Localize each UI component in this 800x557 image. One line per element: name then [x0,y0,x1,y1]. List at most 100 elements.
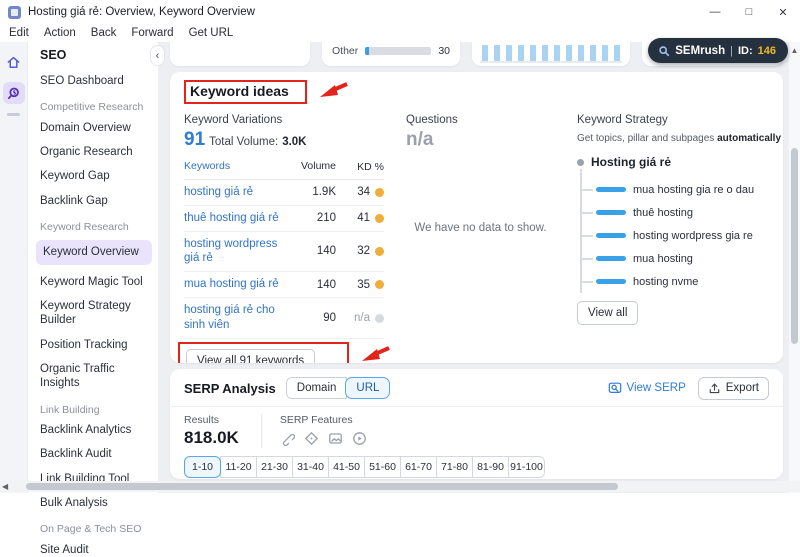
tree-item[interactable]: mua hosting gia re o dau [596,183,769,196]
tree-item[interactable]: mua hosting [596,252,769,265]
menu-back[interactable]: Back [91,27,117,39]
seo-toolkit-icon[interactable] [3,82,25,104]
sidebar-item-keyword-overview[interactable]: Keyword Overview [36,240,152,264]
sidebar-item-position-tracking[interactable]: Position Tracking [40,338,150,352]
sidebar: ‹ SEO SEO Dashboard Competitive Research… [28,42,158,493]
annotation-red-arrow [319,81,349,99]
sidebar-section-competitive-research: Competitive Research [40,101,150,114]
menu-get-url[interactable]: Get URL [189,27,234,39]
keyword-strategy-subtitle: Get topics, pillar and subpages automati… [577,133,769,144]
window-title: Hosting giá rẻ: Overview, Keyword Overvi… [28,6,255,18]
sidebar-item-organic-research[interactable]: Organic Research [40,145,150,159]
sidebar-item-site-audit[interactable]: Site Audit [40,543,150,557]
badge-brand: SEMrush [675,45,725,57]
view-all-keywords-button[interactable]: View all 91 keywords [186,349,315,363]
export-button[interactable]: Export [698,377,769,400]
strategy-view-all-button[interactable]: View all [577,301,638,325]
topic-pill [596,256,626,261]
sidebar-collapse-button[interactable]: ‹ [150,45,165,66]
questions-empty-message: We have no data to show. [384,222,577,234]
serp-features-block: SERP Features [280,414,367,448]
topic-pill [596,187,626,192]
sidebar-item-domain-overview[interactable]: Domain Overview [40,121,150,135]
sidebar-item-keyword-gap[interactable]: Keyword Gap [40,169,150,183]
partial-card [170,42,310,66]
horizontal-scrollbar-thumb[interactable] [26,483,618,490]
view-serp-link[interactable]: View SERP [608,381,686,395]
page-button[interactable]: 21-30 [256,456,293,478]
badge-id-value: 146 [758,45,776,57]
page-button[interactable]: 61-70 [400,456,437,478]
export-icon [708,382,721,395]
sitelinks-icon [280,431,295,446]
page-button[interactable]: 11-20 [220,456,257,478]
volume-value: 1.9K [298,186,336,198]
sidebar-section-onpage-tech-seo: On Page & Tech SEO [40,523,150,536]
trend-card [472,42,630,66]
menu-action[interactable]: Action [44,27,76,39]
other-label: Other [332,45,358,57]
results-value: 818.0K [184,428,239,448]
sidebar-item-keyword-magic-tool[interactable]: Keyword Magic Tool [40,275,150,289]
keyword-link[interactable]: hosting wordpress giá rẻ [184,237,298,267]
semrush-id-badge: SEMrush | ID: 146 [648,38,788,63]
app-frame: ‹ SEO SEO Dashboard Competitive Research… [0,42,800,493]
kd-dot [375,314,384,323]
keyword-link[interactable]: thuê hosting giá rẻ [184,211,298,226]
serp-features-label: SERP Features [280,414,367,426]
kd-value: 35 [357,279,370,291]
vertical-scrollbar-thumb[interactable] [791,148,798,344]
page-button[interactable]: 51-60 [364,456,401,478]
toggle-domain[interactable]: Domain [286,377,348,399]
tree-item[interactable]: hosting nvme [596,275,769,288]
keyword-link[interactable]: hosting giá rẻ [184,185,298,200]
keyword-ideas-card: Keyword ideas Keyword Variations 91 Tota… [170,72,783,363]
tree-item[interactable]: thuê hosting [596,206,769,219]
horizontal-scrollbar[interactable]: ◀ [0,481,800,492]
sidebar-title: SEO [40,48,150,62]
scroll-left-icon[interactable]: ◀ [2,482,8,491]
scroll-up-icon[interactable]: ▲ [789,46,800,55]
table-row: mua hosting giá rẻ 140 35 [184,272,384,298]
toggle-url[interactable]: URL [345,377,390,399]
other-value: 30 [438,45,450,57]
sidebar-item-keyword-strategy-builder[interactable]: Keyword Strategy Builder [40,299,150,328]
volume-value: 90 [298,312,336,324]
questions-label: Questions [406,114,573,126]
other-bar [365,47,431,55]
serp-pagination: 1-10 11-20 21-30 31-40 41-50 51-60 61-70… [184,456,769,478]
divider [261,414,262,448]
menu-edit[interactable]: Edit [9,27,29,39]
keyword-link[interactable]: mua hosting giá rẻ [184,277,298,292]
sidebar-item-organic-traffic-insights[interactable]: Organic Traffic Insights [40,362,150,391]
page-button[interactable]: 31-40 [292,456,329,478]
sidebar-item-backlink-audit[interactable]: Backlink Audit [40,447,150,461]
sidebar-item-backlink-gap[interactable]: Backlink Gap [40,194,150,208]
sidebar-item-backlink-analytics[interactable]: Backlink Analytics [40,423,150,437]
page-button[interactable]: 91-100 [508,456,545,478]
keyword-strategy-label: Keyword Strategy [577,114,769,126]
page-button[interactable]: 1-10 [184,456,221,478]
tree-item[interactable]: hosting wordpress gia re [596,229,769,242]
vertical-scrollbar[interactable]: ▲ [789,42,800,493]
image-pack-icon [328,431,343,446]
maximize-button[interactable]: □ [732,0,766,24]
questions-value: n/a [406,129,573,151]
page-button[interactable]: 81-90 [472,456,509,478]
questions-panel: Questions n/a We have no data to show. [384,114,577,363]
page-button[interactable]: 71-80 [436,456,473,478]
sidebar-item-seo-dashboard[interactable]: SEO Dashboard [40,74,150,88]
keyword-ideas-title: Keyword ideas [190,83,289,99]
topic-pill [596,233,626,238]
badge-separator: | [730,45,733,57]
magnifier-icon [658,45,670,57]
topic-pill [596,279,626,284]
keyword-link[interactable]: hosting giá rẻ cho sinh viên [184,303,298,333]
home-icon[interactable] [3,51,25,73]
results-block: Results 818.0K [184,414,239,448]
sidebar-item-bulk-analysis[interactable]: Bulk Analysis [40,496,150,510]
menu-forward[interactable]: Forward [131,27,173,39]
close-button[interactable]: ✕ [766,0,800,24]
minimize-button[interactable]: — [698,0,732,24]
page-button[interactable]: 41-50 [328,456,365,478]
